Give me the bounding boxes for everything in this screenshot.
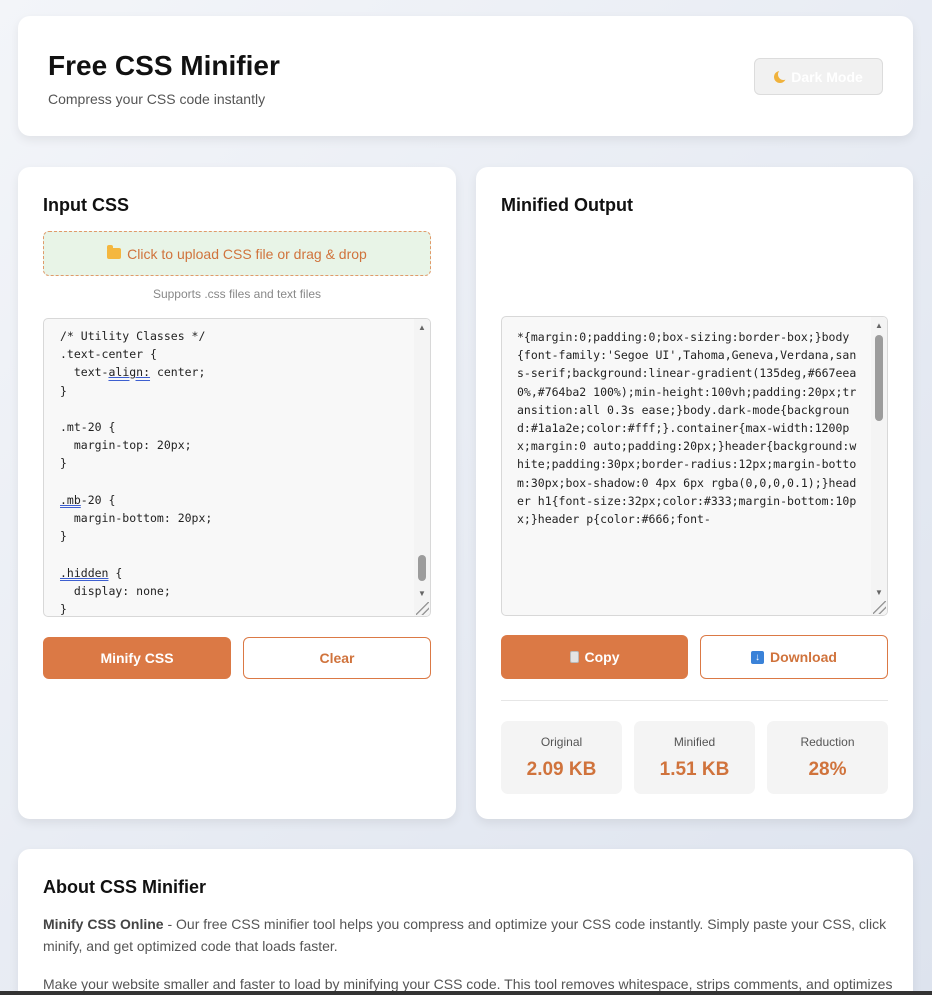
code-line: text-align: center; <box>60 365 206 380</box>
css-output-code: *{margin:0;padding:0;box-sizing:border-b… <box>517 330 864 527</box>
minify-button[interactable]: Minify CSS <box>43 637 231 679</box>
download-label: Download <box>770 649 837 665</box>
code-line: display: none; <box>60 583 171 598</box>
window-bottom-edge <box>0 991 932 995</box>
stat-value: 2.09 KB <box>526 759 597 780</box>
stat-value: 28% <box>808 759 847 780</box>
output-panel-title: Minified Output <box>501 195 633 215</box>
dark-mode-button[interactable]: Dark Mode <box>754 58 883 95</box>
stat-original: Original 2.09 KB <box>501 721 622 794</box>
output-panel: Minified Output *{margin:0;padding:0;box… <box>476 167 913 819</box>
input-panel: Input CSS Click to upload CSS file or dr… <box>18 167 456 819</box>
scroll-down-arrow-icon[interactable]: ▼ <box>875 588 883 597</box>
stat-label: Reduction <box>800 735 855 749</box>
about-card: About CSS Minifier Minify CSS Online - O… <box>18 849 913 995</box>
about-title: About CSS Minifier <box>43 877 206 897</box>
page-title: Free CSS Minifier <box>48 50 280 81</box>
stat-value: 1.51 KB <box>659 759 730 780</box>
css-input-textarea[interactable]: /* Utility Classes */ .text-center { text… <box>43 318 431 617</box>
page-subtitle: Compress your CSS code instantly <box>48 91 266 107</box>
input-scrollbar[interactable]: ▲ ▼ <box>414 319 430 616</box>
resize-grip-icon[interactable] <box>416 602 429 615</box>
folder-icon <box>107 245 122 259</box>
about-strong: Minify CSS Online <box>43 916 164 932</box>
scroll-thumb[interactable] <box>418 555 426 581</box>
stat-label: Original <box>540 735 583 749</box>
about-text: - Our free CSS minifier tool helps you c… <box>43 916 887 954</box>
input-panel-title: Input CSS <box>43 195 129 215</box>
code-line: .text-center { <box>60 347 157 362</box>
code-line: margin-top: 20px; <box>60 438 192 453</box>
copy-label: Copy <box>584 649 620 665</box>
upload-label: Click to upload CSS file or drag & drop <box>127 245 367 262</box>
clipboard-icon <box>569 651 579 663</box>
code-line: /* Utility Classes */ <box>60 329 206 343</box>
code-line: } <box>60 602 67 616</box>
header-card: Free CSS Minifier Compress your CSS code… <box>18 16 913 136</box>
stat-reduction: Reduction 28% <box>767 721 888 794</box>
scroll-thumb[interactable] <box>875 335 883 421</box>
code-line: .mt-20 { <box>60 420 116 434</box>
code-line: } <box>60 383 67 398</box>
about-paragraph: Minify CSS Online - Our free CSS minifie… <box>43 913 893 957</box>
moon-icon <box>774 68 790 83</box>
code-line: .hidden { <box>60 565 123 580</box>
code-line: .mb-20 { <box>60 492 116 507</box>
divider <box>501 700 888 701</box>
stat-minified: Minified 1.51 KB <box>634 721 755 794</box>
output-scrollbar[interactable]: ▲ ▼ <box>871 317 887 615</box>
scroll-up-arrow-icon[interactable]: ▲ <box>875 321 883 330</box>
supports-note: Supports .css files and text files <box>152 287 322 301</box>
download-arrow-icon: ↓ <box>751 650 765 664</box>
copy-button[interactable]: Copy <box>501 635 688 679</box>
dark-mode-label: Dark Mode <box>791 68 863 85</box>
code-line: } <box>60 529 67 544</box>
clear-button[interactable]: Clear <box>243 637 431 679</box>
download-button[interactable]: ↓ Download <box>700 635 888 679</box>
code-line: } <box>60 456 67 471</box>
upload-dropzone[interactable]: Click to upload CSS file or drag & drop <box>43 231 431 276</box>
scroll-down-arrow-icon[interactable]: ▼ <box>418 589 426 598</box>
scroll-up-arrow-icon[interactable]: ▲ <box>418 323 426 332</box>
code-line: margin-bottom: 20px; <box>60 511 213 525</box>
css-output-textarea[interactable]: *{margin:0;padding:0;box-sizing:border-b… <box>501 316 888 616</box>
stat-label: Minified <box>673 735 716 749</box>
css-input-code: /* Utility Classes */ .text-center { text… <box>44 319 430 616</box>
resize-grip-icon[interactable] <box>873 601 886 614</box>
